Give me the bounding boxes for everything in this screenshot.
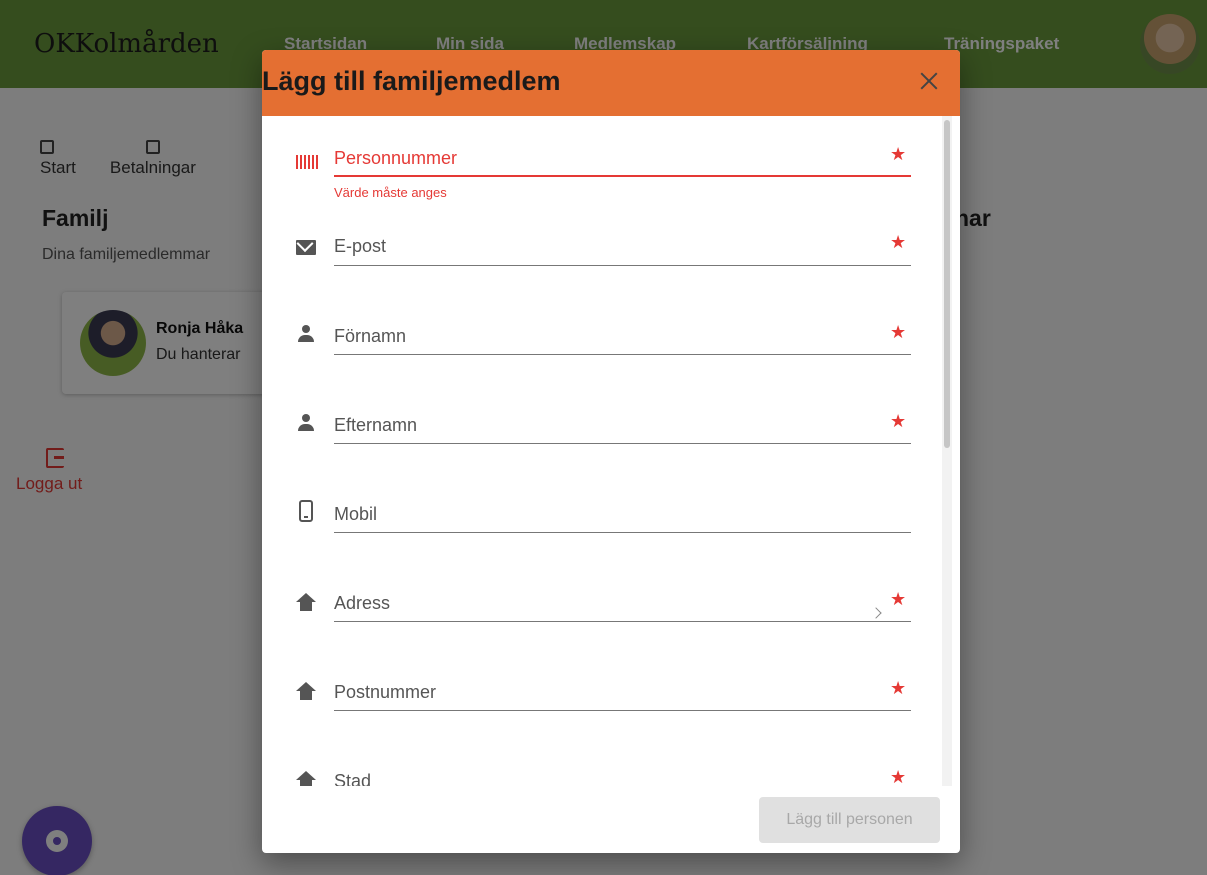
address-label: Adress: [334, 593, 391, 613]
mobile-label: Mobil: [334, 504, 378, 524]
personnummer-error: Värde måste anges: [334, 185, 447, 200]
personnummer-underline: [334, 175, 911, 177]
postcode-label: Postnummer: [334, 682, 437, 702]
required-marker: ★: [890, 411, 907, 431]
firstname-field[interactable]: Förnamn ★: [262, 308, 942, 378]
firstname-label: Förnamn: [334, 326, 407, 346]
barcode-icon: [296, 150, 320, 174]
mobile-underline: [334, 532, 911, 533]
mobile-field[interactable]: Mobil: [262, 486, 942, 556]
email-field[interactable]: E-post ★: [262, 218, 942, 288]
firstname-underline: [334, 354, 911, 355]
lastname-field[interactable]: Efternamn ★: [262, 397, 942, 467]
phone-icon: [296, 500, 320, 524]
required-marker: ★: [890, 767, 907, 786]
postcode-field[interactable]: Postnummer ★: [262, 664, 942, 734]
person-icon: [296, 324, 320, 348]
required-marker: ★: [890, 678, 907, 698]
person-icon: [296, 413, 320, 437]
dialog-header: Lägg till familjemedlem: [262, 50, 960, 116]
home-icon: [296, 593, 320, 617]
address-underline: [334, 621, 911, 622]
home-icon: [296, 682, 320, 706]
email-underline: [334, 265, 911, 266]
city-field[interactable]: Stad ★: [262, 753, 942, 786]
required-marker: ★: [890, 322, 907, 342]
required-marker: ★: [890, 232, 907, 252]
add-person-button[interactable]: Lägg till personen: [759, 797, 940, 843]
dialog-footer: Lägg till personen: [262, 786, 960, 853]
required-marker: ★: [890, 589, 907, 609]
email-label: E-post: [334, 236, 387, 256]
required-marker: ★: [890, 144, 907, 164]
postcode-underline: [334, 710, 911, 711]
city-label: Stad: [334, 771, 372, 786]
add-family-member-dialog: Lägg till familjemedlem Personnummer ★ V…: [262, 50, 960, 853]
lastname-underline: [334, 443, 911, 444]
textarea-resize-handle[interactable]: [870, 607, 882, 619]
lastname-label: Efternamn: [334, 415, 418, 435]
dialog-title: Lägg till familjemedlem: [262, 66, 561, 96]
address-field[interactable]: Adress ★: [262, 575, 942, 645]
dialog-scrollbar[interactable]: [942, 116, 952, 786]
close-icon[interactable]: [916, 68, 942, 94]
personnummer-label: Personnummer: [334, 148, 458, 168]
home-icon: [296, 771, 320, 786]
mail-icon: [296, 236, 320, 260]
dialog-form: Personnummer ★ Värde måste anges E-post …: [262, 116, 960, 786]
personnummer-field[interactable]: Personnummer ★ Värde måste anges: [262, 128, 942, 200]
scrollbar-thumb[interactable]: [944, 120, 950, 448]
